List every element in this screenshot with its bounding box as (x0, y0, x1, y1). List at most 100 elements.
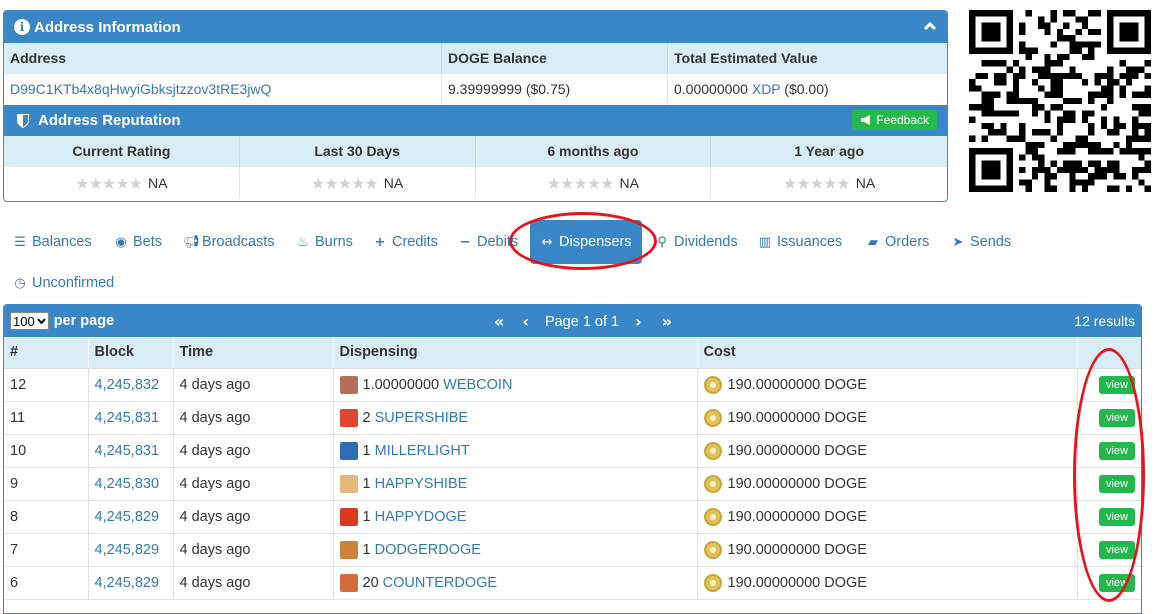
col-number: # (4, 337, 89, 369)
asset-link[interactable]: MILLERLIGHT (375, 442, 470, 458)
address-info-header: i Address Information (4, 11, 947, 43)
col-actions (1077, 337, 1141, 369)
star-rating-icon: ★★★★★ (546, 173, 615, 193)
asset-link[interactable]: COUNTERDOGE (383, 574, 497, 590)
tab-label: Orders (885, 234, 930, 250)
col-6-months: 6 months ago (475, 136, 712, 167)
per-page-select[interactable]: 100 (10, 312, 49, 330)
view-button[interactable]: view (1099, 573, 1135, 592)
rating-30-days: ★★★★★ NA (240, 167, 476, 199)
total-value: 0.00000000 XDP ($0.00) (668, 74, 947, 105)
tab-orders[interactable]: ▰ Orders (866, 220, 929, 264)
shield-icon (17, 113, 29, 128)
block-link[interactable]: 4,245,830 (95, 476, 160, 492)
view-button[interactable]: view (1099, 441, 1135, 460)
star-rating-icon: ★★★★★ (311, 173, 379, 193)
tab-sends[interactable]: ➤ Sends (951, 220, 1012, 264)
row-cost: 190.00000000 DOGE (697, 566, 1078, 600)
tab-label: Burns (315, 234, 353, 250)
cost-value: 190.00000000 DOGE (727, 541, 867, 558)
tab-broadcasts[interactable]: 📢︎ Broadcasts (183, 220, 275, 264)
row-number: 9 (4, 467, 89, 501)
asset-link[interactable]: DODGERDOGE (375, 541, 481, 557)
table-row: 12 4,245,832 4 days ago 1.00000000 WEBCOIN 1… (4, 368, 1141, 402)
total-value-usd: ($0.00) (784, 81, 829, 97)
tab-label: Issuances (777, 234, 843, 250)
view-button[interactable]: view (1099, 408, 1135, 427)
plus-icon: + (374, 234, 386, 250)
table-row: 11 4,245,831 4 days ago 2 SUPERSHIBE 190.000… (4, 401, 1141, 435)
table-row: 8 4,245,829 4 days ago 1 HAPPYDOGE 190.00000… (4, 500, 1141, 534)
col-dispensing: Dispensing (333, 337, 698, 369)
row-cost: 190.00000000 DOGE (697, 368, 1078, 402)
asset-link[interactable]: SUPERSHIBE (375, 409, 468, 425)
row-dispensing: 1 MILLERLIGHT (333, 434, 698, 468)
block-link[interactable]: 4,245,831 (95, 410, 160, 426)
view-button[interactable]: view (1099, 375, 1135, 394)
chevron-up-icon[interactable] (923, 19, 937, 33)
doge-coin-icon (703, 540, 722, 559)
col-last-30-days: Last 30 Days (239, 136, 476, 167)
row-block: 4,245,829 (88, 533, 174, 567)
table-row: 10 4,245,831 4 days ago 1 MILLERLIGHT 190.00… (4, 434, 1141, 468)
row-number: 6 (4, 566, 89, 600)
row-time: 4 days ago (173, 368, 334, 402)
asset-icon (339, 540, 358, 559)
block-link[interactable]: 4,245,832 (95, 377, 160, 393)
feedback-button[interactable]: Feedback (852, 110, 937, 130)
row-dispensing: 2 SUPERSHIBE (333, 401, 698, 435)
block-link[interactable]: 4,245,829 (95, 575, 160, 591)
tab-issuances[interactable]: ▥ Issuances (758, 220, 842, 264)
address-link[interactable]: D99C1KTb4x8qHwyiGbksjtzzov3tRE3jwQ (10, 81, 271, 97)
row-action: view (1077, 533, 1141, 567)
target-icon: ◉ (115, 234, 127, 250)
asset-link[interactable]: HAPPYDOGE (375, 508, 467, 524)
rating-6-months-value: NA (619, 175, 639, 191)
last-page-icon[interactable]: » (662, 312, 672, 331)
tab-dividends[interactable]: ⚲ Dividends (655, 220, 737, 264)
xdp-asset-link[interactable]: XDP (752, 81, 781, 97)
row-dispensing: 1 HAPPYSHIBE (333, 467, 698, 501)
dispensers-table: # Block Time Dispensing Cost 12 4,245,832… (4, 337, 1141, 600)
row-number: 10 (4, 434, 89, 468)
row-block: 4,245,831 (88, 401, 174, 435)
tab-balances[interactable]: ☰ Balances (13, 220, 91, 264)
tab-label: Sends (970, 234, 1012, 250)
row-time: 4 days ago (173, 500, 334, 534)
row-action: view (1077, 566, 1141, 600)
row-time: 4 days ago (173, 401, 334, 435)
asset-icon (339, 573, 358, 592)
tab-bets[interactable]: ◉ Bets (114, 220, 162, 264)
first-page-icon[interactable]: « (494, 312, 504, 331)
rating-current-value: NA (148, 175, 168, 191)
bullhorn-icon (861, 115, 871, 125)
row-number: 12 (4, 368, 89, 402)
tab-unconfirmed[interactable]: ◷ Unconfirmed (13, 261, 114, 305)
dispense-quantity: 2 (362, 409, 371, 426)
asset-link[interactable]: HAPPYSHIBE (375, 475, 468, 491)
tab-debits[interactable]: − Debits (458, 220, 519, 264)
total-value-amount: 0.00000000 (674, 81, 748, 97)
sitemap-icon: ⚲ (657, 234, 667, 250)
dispense-quantity: 1 (362, 508, 371, 525)
view-button[interactable]: view (1099, 540, 1135, 559)
dispense-quantity: 1 (362, 541, 371, 558)
tab-credits[interactable]: + Credits (373, 220, 438, 264)
block-link[interactable]: 4,245,829 (95, 509, 160, 525)
doge-balance-value: 9.39999999 ($0.75) (442, 74, 668, 105)
per-page-control: 100 per page (10, 312, 114, 330)
block-link[interactable]: 4,245,829 (95, 542, 160, 558)
view-button[interactable]: view (1099, 474, 1135, 493)
block-link[interactable]: 4,245,831 (95, 443, 160, 459)
rating-6-months: ★★★★★ NA (476, 167, 712, 199)
tab-burns[interactable]: ♨ Burns (296, 220, 353, 264)
asset-link[interactable]: WEBCOIN (443, 376, 512, 392)
view-button[interactable]: view (1099, 507, 1135, 526)
tab-dispensers[interactable]: ↔ Dispensers (530, 220, 642, 264)
next-page-icon[interactable]: › (635, 312, 642, 331)
list-icon: ☰ (14, 234, 26, 250)
rating-1-year: ★★★★★ NA (711, 167, 947, 199)
asset-icon (339, 474, 358, 493)
table-row: 6 4,245,829 4 days ago 20 COUNTERDOGE 190.00… (4, 566, 1141, 600)
prev-page-icon[interactable]: ‹ (522, 312, 529, 331)
